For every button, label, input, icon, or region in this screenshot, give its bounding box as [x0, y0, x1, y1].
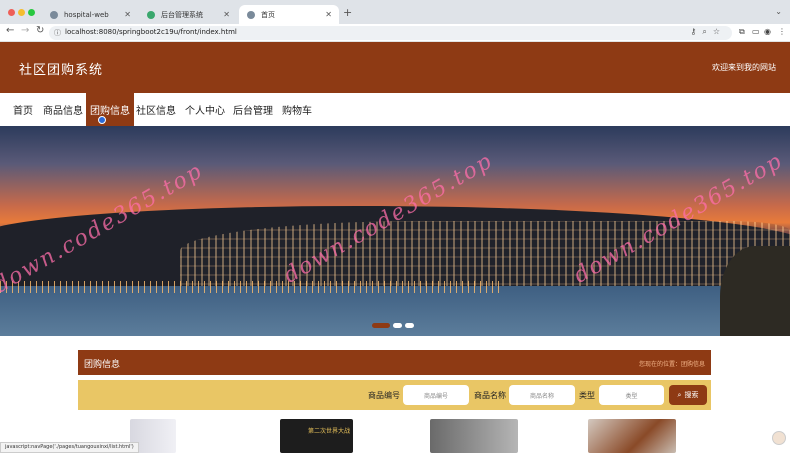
- close-icon[interactable]: ✕: [223, 10, 230, 19]
- reload-icon[interactable]: ↻: [36, 25, 44, 36]
- product-thumb-shoe[interactable]: [588, 419, 676, 453]
- mouse-cursor: [98, 116, 106, 124]
- tab-search-chevron-icon[interactable]: ⌄: [775, 7, 782, 16]
- nav-item-home[interactable]: 首页: [9, 93, 37, 126]
- address-bar-actions: ⚷⌕☆: [690, 27, 726, 37]
- url-text[interactable]: localhost:8080/springboot2c19u/front/ind…: [65, 28, 237, 36]
- browser-tab[interactable]: 后台管理系统 ✕: [139, 5, 237, 24]
- close-window-button[interactable]: [8, 9, 15, 16]
- main-nav: 首页 商品信息 团购信息 社区信息 个人中心 后台管理 购物车: [0, 93, 790, 126]
- site-header: 社区团购系统 欢迎来到我的网站: [0, 42, 790, 93]
- nav-item-community[interactable]: 社区信息: [132, 93, 180, 126]
- extensions-icon[interactable]: ⧉: [739, 27, 745, 37]
- globe-icon: [50, 10, 58, 19]
- welcome-text: 欢迎来到我的网站: [712, 63, 776, 72]
- forward-arrow-icon[interactable]: →: [21, 25, 29, 36]
- back-arrow-icon[interactable]: ←: [6, 25, 14, 36]
- banner-lights: [0, 281, 500, 293]
- bookmark-star-icon[interactable]: ☆: [713, 27, 726, 36]
- assistant-avatar-icon[interactable]: [772, 431, 786, 445]
- section-title: 团购信息: [84, 360, 121, 370]
- profile-avatar-icon[interactable]: ◉: [764, 27, 771, 36]
- new-tab-button[interactable]: +: [343, 6, 352, 19]
- search-bar: 商品编号 商品编号 商品名称 商品名称 类型 类型 ⌕ 搜索: [78, 380, 711, 410]
- maximize-window-button[interactable]: [28, 9, 35, 16]
- close-icon[interactable]: ✕: [325, 10, 332, 19]
- banner-tree: [720, 246, 790, 336]
- search-button-label: 搜索: [684, 391, 699, 399]
- type-label: 类型: [579, 391, 595, 400]
- site-title: 社区团购系统: [19, 63, 104, 78]
- globe-icon: [247, 10, 255, 19]
- search-icon: ⌕: [677, 390, 682, 399]
- browser-tab[interactable]: hospital-web ✕: [42, 5, 138, 24]
- nav-item-products[interactable]: 商品信息: [39, 93, 87, 126]
- more-menu-icon[interactable]: ⋮: [778, 27, 786, 36]
- app-icon: [147, 10, 155, 19]
- key-icon[interactable]: ⚷: [690, 27, 702, 36]
- close-icon[interactable]: ✕: [124, 10, 131, 19]
- nav-item-profile[interactable]: 个人中心: [181, 93, 229, 126]
- browser-status-bar: javascript:navPage('./pages/tuangouxinxi…: [0, 442, 139, 453]
- sidebar-icon[interactable]: ▭: [752, 27, 760, 36]
- tab-title: hospital-web: [64, 10, 109, 19]
- section-header: 团购信息 您现在的位置：团购信息: [78, 350, 711, 375]
- nav-item-group-buy[interactable]: 团购信息: [86, 93, 134, 126]
- carousel-dot[interactable]: [405, 323, 414, 328]
- minimize-window-button[interactable]: [18, 9, 25, 16]
- tab-title: 首页: [261, 10, 275, 19]
- product-id-input[interactable]: 商品编号: [403, 385, 469, 405]
- carousel-dot[interactable]: [393, 323, 402, 328]
- carousel-indicators: [372, 323, 414, 328]
- type-input[interactable]: 类型: [599, 385, 664, 405]
- product-name-placeholder: 商品名称: [529, 392, 554, 400]
- product-thumb-book[interactable]: 第二次世界大战: [280, 419, 353, 453]
- product-name-input[interactable]: 商品名称: [509, 385, 575, 405]
- product-id-label: 商品编号: [368, 391, 400, 400]
- product-name-label: 商品名称: [474, 391, 506, 400]
- type-placeholder: 类型: [625, 392, 638, 400]
- site-info-icon[interactable]: ⓘ: [54, 28, 61, 38]
- breadcrumb: 您现在的位置：团购信息: [638, 361, 705, 368]
- address-bar[interactable]: ⓘ localhost:8080/springboot2c19u/front/i…: [49, 26, 732, 40]
- product-id-placeholder: 商品编号: [423, 392, 448, 400]
- zoom-icon[interactable]: ⌕: [702, 27, 712, 36]
- browser-tab-bar: hospital-web ✕ 后台管理系统 ✕ 首页 ✕ + ⌄: [0, 0, 790, 24]
- carousel-dot-active[interactable]: [372, 323, 390, 328]
- product-thumb-album[interactable]: [430, 419, 518, 453]
- book-cover-text: 第二次世界大战: [308, 428, 351, 435]
- nav-item-admin[interactable]: 后台管理: [229, 93, 277, 126]
- banner-water: [0, 286, 790, 336]
- browser-tab-active[interactable]: 首页 ✕: [239, 5, 339, 24]
- nav-item-cart[interactable]: 购物车: [278, 93, 316, 126]
- banner-carousel[interactable]: down.code365.top down.code365.top down.c…: [0, 126, 790, 336]
- browser-toolbar: ← → ↻ ⓘ localhost:8080/springboot2c19u/f…: [0, 24, 790, 42]
- tab-title: 后台管理系统: [161, 10, 203, 19]
- search-button[interactable]: ⌕ 搜索: [669, 385, 707, 405]
